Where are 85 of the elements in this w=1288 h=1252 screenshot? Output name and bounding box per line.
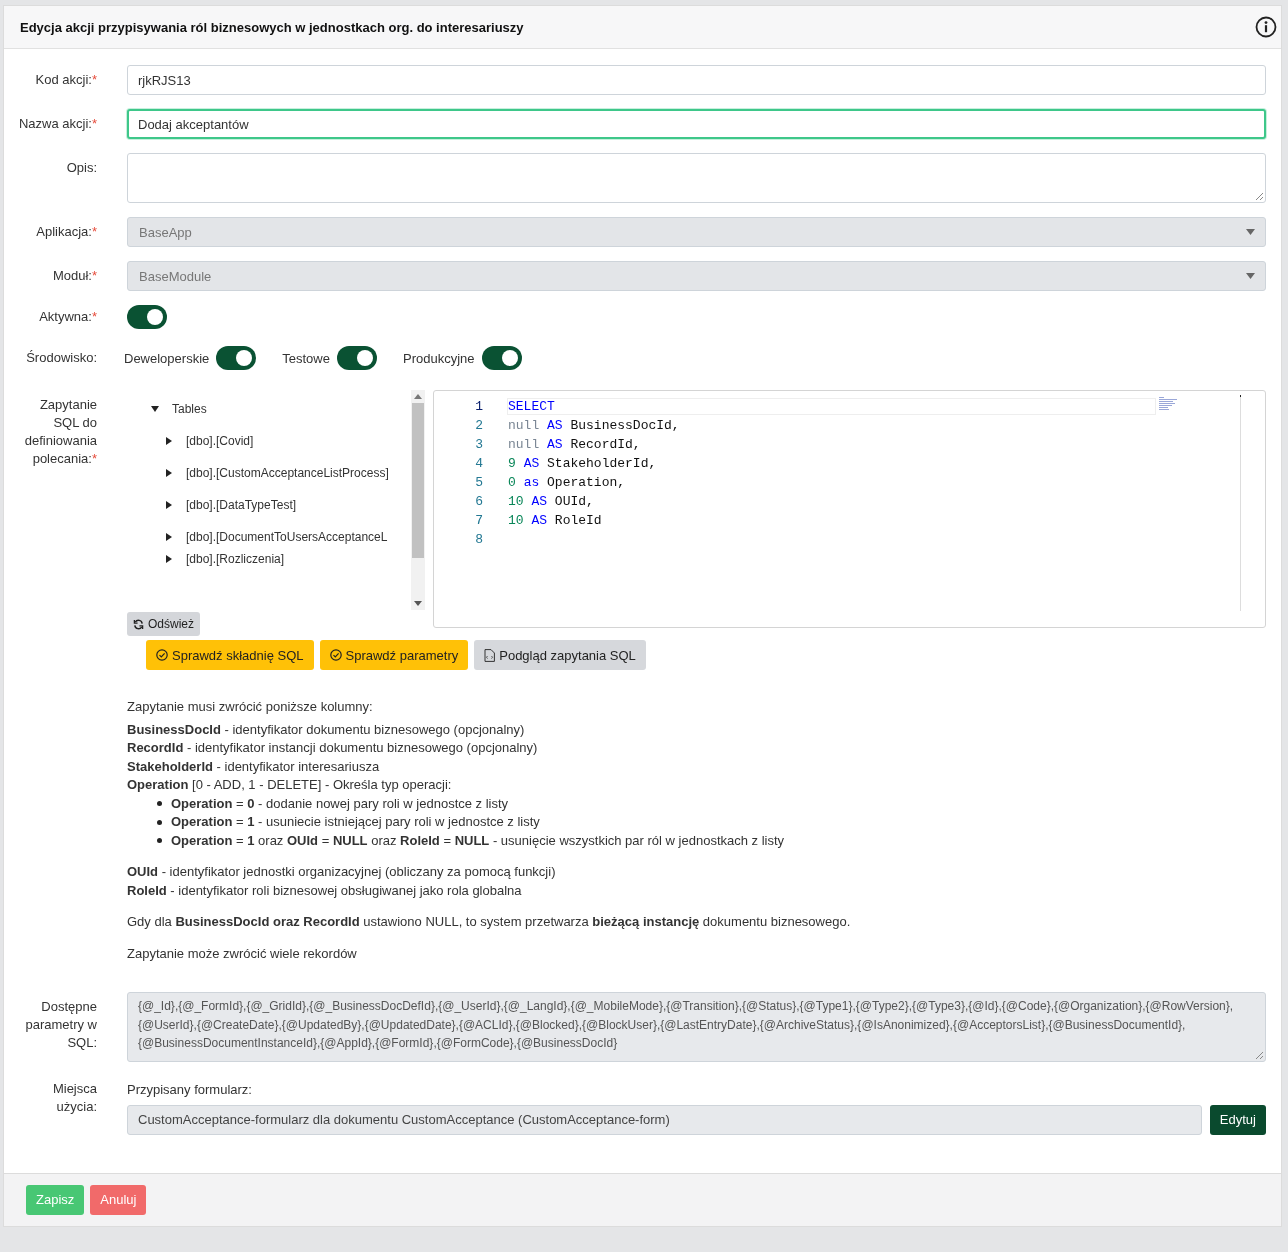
toggle-switch[interactable] <box>216 346 257 370</box>
help-text: Operation [0 - ADD, 1 - DELETE] - Określa typ operacji: <box>127 776 453 794</box>
toggle-label: Produkcyjne <box>402 350 475 366</box>
tree-item[interactable]: [dbo].[DataTypeTest] <box>186 498 297 512</box>
field-label: Nazwa akcji:* <box>18 116 97 131</box>
scrollbar[interactable] <box>411 390 425 610</box>
field-label: Aktywna:* <box>39 309 97 324</box>
code-line: 0 as Operation, <box>508 475 626 490</box>
text-field[interactable]: Dodaj akceptantów <box>127 109 1266 139</box>
field-label: Środowisko: <box>26 350 97 365</box>
text-field[interactable]: rjkRJS13 <box>127 65 1266 95</box>
line-number: 1 <box>474 399 483 414</box>
help-text: StakeholderId - identyfikator interesariusza <box>127 757 381 776</box>
minimap-drawing <box>1159 397 1179 411</box>
refresh-icon <box>133 618 144 630</box>
tree-item[interactable]: [dbo].[DocumentToUsersAcceptanceL <box>186 530 388 544</box>
action-button[interactable]: Sprawdź parametry <box>319 640 469 670</box>
scroll-up-arrow-icon[interactable] <box>414 393 422 399</box>
code-line: 9 AS StakeholderId, <box>508 456 657 471</box>
code-line: null AS BusinessDocId, <box>508 418 680 433</box>
edit-button[interactable]: Edytuj <box>1209 1104 1266 1135</box>
tree-item[interactable]: Tables <box>172 402 207 416</box>
info-icon[interactable] <box>1255 16 1277 38</box>
line-number: 3 <box>474 437 483 452</box>
field-label: Zapytanie SQL do definiowania polecania:* <box>24 397 97 466</box>
collapsed-triangle-icon[interactable] <box>165 533 173 541</box>
code-line: null AS RecordId, <box>508 437 641 452</box>
form-caption: Przypisany formularz: <box>127 1081 253 1097</box>
collapsed-triangle-icon[interactable] <box>165 501 173 509</box>
collapsed-triangle-icon[interactable] <box>165 555 173 563</box>
collapsed-triangle-icon[interactable] <box>165 437 173 445</box>
parameters-field[interactable]: {@_Id},{@_FormId},{@_GridId},{@_BusinessDocDefId},{@_UserId},{@_LangId},{@_MobileMode},{@Transition},{@Status},{@Type1},{@Type2},{@Type3},{@Id},{@Code},{@Organization},{@RowVersion},{@UserId},{@CreateDate},{@UpdatedBy},{@UpdatedDate},{@ACLId},{@Blocked},{@BlockUser},{@LastEntryDate},{@ArchiveStatus},{@IsAnonimized},{@AcceptorsList},{@BusinessDocumentId},{@BusinessDocumentInstanceId},{@AppId},{@FormId},{@FormCode},{@BusinessDocId} <box>127 992 1266 1062</box>
line-number: 2 <box>474 418 483 433</box>
dialog-title: Edycja akcji przypisywania ról biznesowych w jednostkach org. do interesariuszy <box>20 19 524 35</box>
help-text: OUId - identyfikator jednostki organizacyjnej (obliczany za pomocą funkcji) <box>127 863 557 881</box>
help-text: Zapytanie musi zwrócić poniższe kolumny: <box>127 698 374 716</box>
field-label: Opis: <box>66 160 97 175</box>
check-circle-icon <box>156 649 168 661</box>
line-number: 7 <box>474 513 483 528</box>
caret-icon <box>1246 273 1255 279</box>
field-label: Moduł:* <box>52 268 97 283</box>
bullet-icon <box>157 819 162 825</box>
code-line: SELECT <box>508 399 1155 414</box>
toggle-label: Testowe <box>282 350 330 366</box>
scroll-down-arrow-icon[interactable] <box>414 601 422 607</box>
field-label: Kod akcji:* <box>35 72 97 87</box>
help-text: Gdy dla BusinessDocId oraz RecordId ustawiono NULL, to system przetwarza bieżącą instancję dokumentu biznesowego. <box>127 913 852 931</box>
line-number: 4 <box>474 456 483 471</box>
action-button[interactable]: Sprawdź składnię SQL <box>146 640 314 670</box>
field-label: Aplikacja:* <box>36 224 97 239</box>
field-label: Dostępne parametry w SQL: <box>25 999 97 1050</box>
tree-item[interactable]: [dbo].[Rozliczenia] <box>186 552 285 566</box>
help-text: RecordId - identyfikator instancji dokumentu biznesowego (opcjonalny) <box>127 739 539 757</box>
action-button[interactable]: Podgląd zapytania SQL <box>474 640 646 670</box>
check-circle-icon <box>329 649 342 661</box>
field-label: Miejsca użycia: <box>52 1080 97 1114</box>
description-field[interactable] <box>127 153 1266 203</box>
toggle-switch[interactable] <box>481 346 522 370</box>
code-line: 10 AS RoleId <box>508 513 602 528</box>
line-number: 6 <box>474 494 483 509</box>
toggle-label: Deweloperskie <box>124 350 210 366</box>
refresh-button[interactable]: Odśwież <box>127 612 200 636</box>
expanded-triangle-icon[interactable] <box>151 405 159 413</box>
tree-item[interactable]: [dbo].[CustomAcceptanceListProcess] <box>186 466 389 480</box>
help-text: RoleId - identyfikator roli biznesowej obsługiwanej jako rola globalna <box>127 881 523 900</box>
tree-item[interactable]: [dbo].[Covid] <box>186 434 254 448</box>
help-text: Operation = 1 - usuniecie istniejącej pary roli w jednostce z listy <box>171 813 540 831</box>
resize-grip-icon[interactable] <box>1255 192 1263 200</box>
line-number: 8 <box>474 532 483 547</box>
collapsed-triangle-icon[interactable] <box>165 469 173 477</box>
help-text: BusinessDocId - identyfikator dokumentu biznesowego (opcjonalny) <box>127 720 526 739</box>
help-text: Operation = 1 oraz OUId = NULL oraz RoleId = NULL - usunięcie wszystkich par ról w jednostkach z listy <box>171 831 785 850</box>
bullet-icon <box>157 801 162 807</box>
code-line: 10 AS OUId, <box>508 494 594 509</box>
bullet-icon <box>157 838 162 844</box>
help-text: Operation = 0 - dodanie nowej pary roli w jednostce z listy <box>171 794 509 813</box>
help-text: Zapytanie może zwrócić wiele rekordów <box>127 944 358 963</box>
assigned-form-field[interactable]: CustomAcceptance-formularz dla dokumentu CustomAcceptance (CustomAcceptance-form) <box>127 1104 1202 1135</box>
resize-grip-icon[interactable] <box>1255 1050 1263 1059</box>
toggle-switch[interactable] <box>336 346 377 370</box>
document-icon <box>484 648 496 662</box>
code-editor[interactable]: 1 SELECT 2 null AS BusinessDocId, 3 null AS RecordId, 4 9 AS StakeholderId, 5 0 as Operation, 6 10 AS OUId, 7 10 AS RoleId 8 <box>433 390 1266 628</box>
caret-icon <box>1246 229 1255 235</box>
line-number: 5 <box>474 475 483 490</box>
toggle-switch[interactable] <box>127 305 167 329</box>
